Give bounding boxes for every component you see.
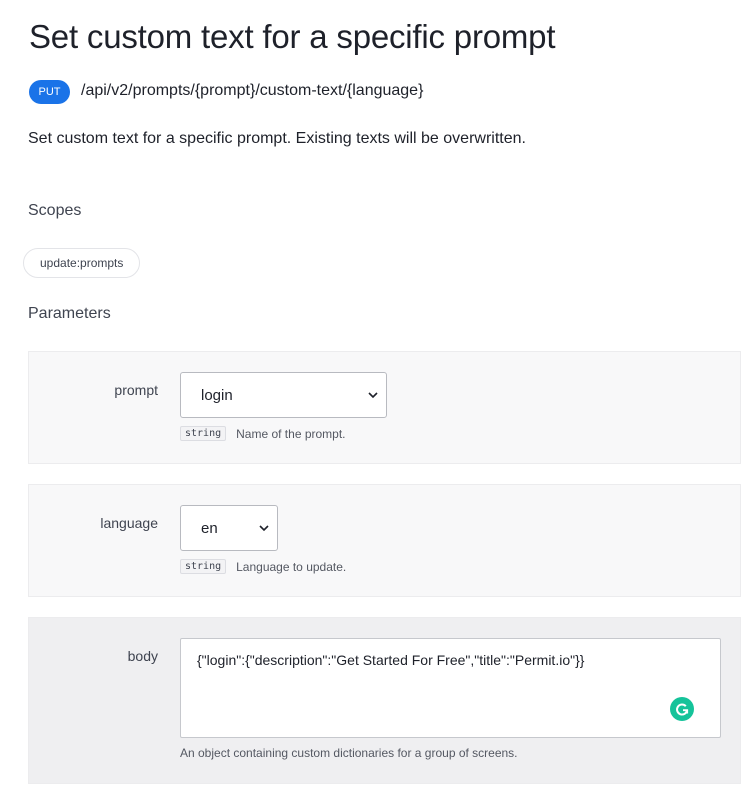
- language-select-value: en: [201, 519, 218, 537]
- param-description: An object containing custom dictionaries…: [180, 746, 518, 760]
- chevron-down-icon: [366, 388, 380, 402]
- param-description: Language to update.: [236, 559, 347, 574]
- prompt-select[interactable]: login: [180, 372, 387, 418]
- language-select[interactable]: en: [180, 505, 278, 551]
- scope-chip: update:prompts: [23, 248, 141, 278]
- param-panel-prompt: prompt login string Name of the prompt.: [28, 351, 741, 464]
- body-textarea[interactable]: {"login":{"description":"Get Started For…: [180, 638, 721, 738]
- page-title: Set custom text for a specific prompt: [29, 18, 556, 55]
- scopes-heading: Scopes: [28, 202, 82, 219]
- param-description: Name of the prompt.: [236, 426, 346, 441]
- type-tag: string: [180, 559, 227, 574]
- param-hint-prompt: string Name of the prompt.: [180, 426, 346, 441]
- param-label-language: language: [100, 515, 158, 531]
- param-label-prompt: prompt: [114, 382, 158, 398]
- endpoint-description: Set custom text for a specific prompt. E…: [28, 130, 526, 147]
- http-method-badge: PUT: [29, 80, 70, 104]
- type-tag: string: [180, 426, 227, 441]
- parameters-heading: Parameters: [28, 305, 111, 322]
- grammarly-icon[interactable]: [670, 697, 694, 721]
- body-textarea-value: {"login":{"description":"Get Started For…: [197, 652, 585, 668]
- prompt-select-value: login: [201, 386, 233, 404]
- param-hint-language: string Language to update.: [180, 559, 346, 574]
- param-label-body: body: [127, 648, 158, 664]
- chevron-down-icon: [257, 521, 271, 535]
- param-panel-language: language en string Language to update.: [28, 484, 741, 597]
- endpoint-path: /api/v2/prompts/{prompt}/custom-text/{la…: [81, 82, 424, 99]
- endpoint-line: PUT /api/v2/prompts/{prompt}/custom-text…: [29, 78, 423, 104]
- param-panel-body: body {"login":{"description":"Get Starte…: [28, 617, 741, 784]
